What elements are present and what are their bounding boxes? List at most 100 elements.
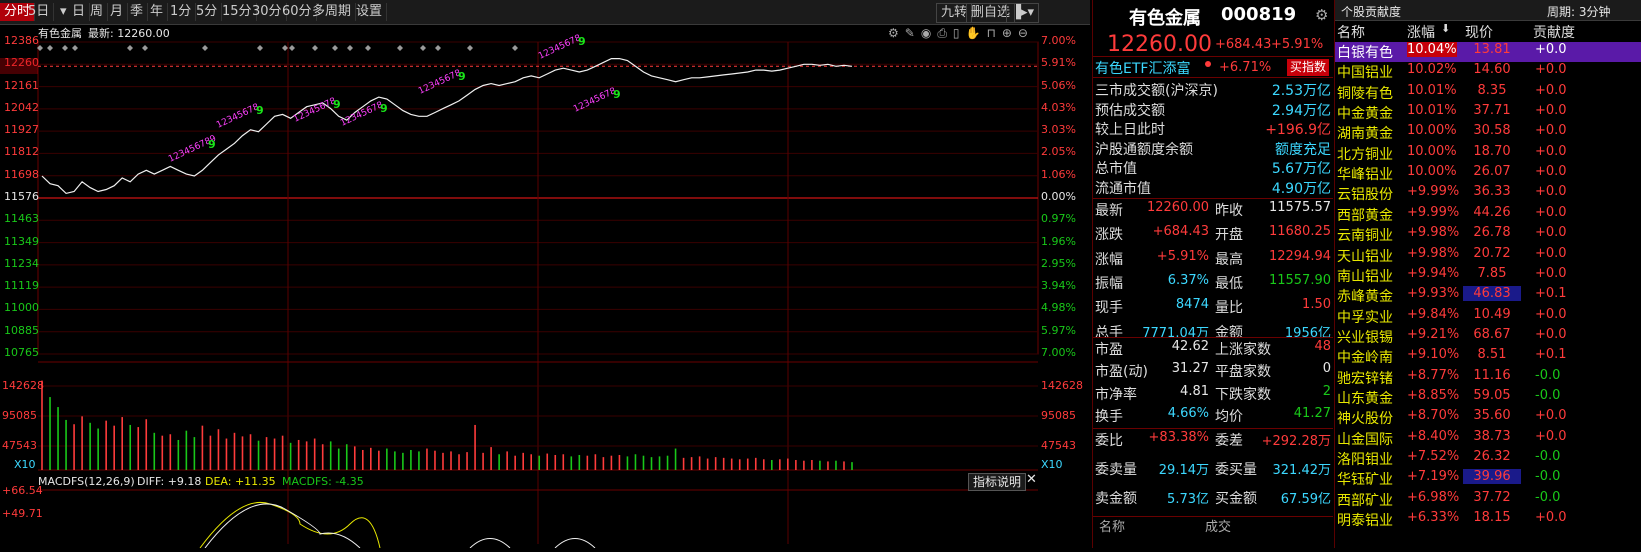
gear-icon[interactable]: ⚙ <box>1315 6 1328 24</box>
zoom-in-icon[interactable]: ⊕ <box>1002 26 1018 40</box>
sort-desc-icon[interactable]: ⬇ <box>1441 22 1450 35</box>
intraday-chart[interactable]: 123456789 9 12345678 9 12345678 9 12345678 9 123… <box>0 24 1090 549</box>
nine-turn-mark: 9 <box>380 102 388 115</box>
col-header[interactable]: 现价 <box>1465 22 1493 42</box>
stock-row[interactable]: 白银有色 10.04% 13.81 +0.0 <box>1335 42 1641 62</box>
stock-row[interactable]: 云南铜业 +9.98% 26.78 +0.0 <box>1335 225 1641 245</box>
market-stat-label: 预估成交额 <box>1095 102 1165 119</box>
market-stat-row: 三市成交额(沪深京) 2.53万亿 <box>1095 80 1333 100</box>
stock-row[interactable]: 中国铝业 10.02% 14.60 +0.0 <box>1335 62 1641 82</box>
stock-row[interactable]: 中金岭南 +9.10% 8.51 +0.1 <box>1335 347 1641 367</box>
stock-pct: +8.77% <box>1407 367 1460 383</box>
stock-name: 南山铝业 <box>1337 268 1393 285</box>
bottom-col-name: 名称 <box>1099 520 1126 535</box>
stock-name: 山东黄金 <box>1337 390 1393 407</box>
expand-icon[interactable]: ▐▸▾ <box>1006 3 1040 23</box>
stock-row[interactable]: 北方铜业 10.00% 18.70 +0.0 <box>1335 144 1641 164</box>
stock-row[interactable]: 兴业银锡 +9.21% 68.67 +0.0 <box>1335 327 1641 347</box>
stock-price: 39.96 <box>1463 469 1521 485</box>
chart-tools[interactable]: ⚙✎◉⎙▯✋⊓⊕⊖ <box>888 26 1034 41</box>
stock-row[interactable]: 中孚实业 +9.84% 10.49 +0.0 <box>1335 307 1641 327</box>
col-header[interactable]: 名称 <box>1337 22 1365 42</box>
hand-icon[interactable]: ✋ <box>966 26 987 40</box>
quote-value: 2 <box>1322 383 1331 399</box>
stock-price: 26.78 <box>1473 225 1511 241</box>
buy-index-button[interactable]: 买指数 <box>1287 59 1330 76</box>
market-stat-row: 较上日此时 +196.9亿 <box>1095 119 1333 139</box>
event-marker <box>347 45 353 51</box>
trash-icon[interactable]: ▯ <box>953 26 966 40</box>
contribution-col-header: 名称 涨幅 现价 贡献度 ⬇ <box>1335 22 1641 42</box>
stock-row[interactable]: 云铝股份 +9.99% 36.33 +0.0 <box>1335 184 1641 204</box>
stock-row[interactable]: 西部黄金 +9.99% 44.26 +0.0 <box>1335 205 1641 225</box>
pen-icon[interactable]: ✎ <box>905 26 921 40</box>
stat-unit: 万亿 <box>1303 102 1331 119</box>
close-macd-icon[interactable]: ✕ <box>1026 472 1037 487</box>
tab-5[interactable]: 季 <box>126 3 149 21</box>
stock-row[interactable]: 山东黄金 +8.85% 59.05 -0.0 <box>1335 388 1641 408</box>
stock-row[interactable]: 铜陵有色 10.01% 8.35 +0.0 <box>1335 83 1641 103</box>
quote-label: 最高 <box>1215 251 1243 268</box>
tab-1[interactable]: 5日 <box>24 3 55 21</box>
stock-price: 7.85 <box>1477 265 1507 281</box>
stock-row[interactable]: 明泰铝业 +6.33% 18.15 +0.0 <box>1335 510 1641 530</box>
event-marker <box>420 45 426 51</box>
chevron-down-icon[interactable]: ▾ <box>60 3 67 21</box>
stock-row[interactable]: 驰宏锌锗 +8.77% 11.16 -0.0 <box>1335 368 1641 388</box>
stock-row[interactable]: 洛阳钼业 +7.52% 26.32 -0.0 <box>1335 449 1641 469</box>
quote-value: 11575.57 <box>1268 200 1331 215</box>
stock-pct: +9.93% <box>1407 286 1460 302</box>
stock-row[interactable]: 华钰矿业 +7.19% 39.96 -0.0 <box>1335 469 1641 489</box>
stock-contribution: +0.0 <box>1535 62 1567 78</box>
tab-4[interactable]: 月 <box>106 3 129 21</box>
tab-6[interactable]: 年 <box>146 3 169 21</box>
stock-contribution: +0.0 <box>1535 42 1567 57</box>
stock-row[interactable]: 华峰铝业 10.00% 26.07 +0.0 <box>1335 164 1641 184</box>
stock-contribution: +0.1 <box>1535 286 1567 302</box>
period-select[interactable]: 周期: 3分钟 <box>1547 3 1611 20</box>
quote-value: 42.62 <box>1171 339 1209 354</box>
quote-value: 1.50 <box>1302 297 1331 313</box>
stock-row[interactable]: 中金黄金 10.01% 37.71 +0.0 <box>1335 103 1641 123</box>
volume-tick-right: 95085 <box>1041 409 1076 422</box>
market-stat-row: 总市值 5.67万亿 <box>1095 158 1333 178</box>
market-stat-label: 流通市值 <box>1095 180 1151 197</box>
lock-icon[interactable]: ⊓ <box>986 26 1001 40</box>
divider <box>1093 77 1333 78</box>
zoom-out-icon[interactable]: ⊖ <box>1018 26 1034 40</box>
nine-turn-seq: 12345678 <box>292 96 338 125</box>
stock-row[interactable]: 神火股份 +8.70% 35.60 +0.0 <box>1335 408 1641 428</box>
etf-dot <box>1205 61 1211 67</box>
stock-row[interactable]: 天山铝业 +9.98% 20.72 +0.0 <box>1335 246 1641 266</box>
stock-pct: +8.70% <box>1407 408 1460 424</box>
event-marker <box>142 45 148 51</box>
macd-title: MACDFS(12,26,9) <box>38 475 135 488</box>
tab-12[interactable]: 多周期 <box>308 3 357 21</box>
quote-row: 市净率 4.81 下跌家数 2 <box>1095 384 1333 404</box>
col-header[interactable]: 涨幅 <box>1407 22 1435 42</box>
quote-value: 29.14万 <box>1158 463 1209 478</box>
col-header[interactable]: 贡献度 <box>1533 22 1575 42</box>
settings-icon[interactable]: ⚙ <box>888 26 905 40</box>
stock-row[interactable]: 南山铝业 +9.94% 7.85 +0.0 <box>1335 266 1641 286</box>
etf-name-link[interactable]: 有色ETF汇添富 <box>1095 58 1190 78</box>
pct-tick: 2.05% <box>1041 145 1076 159</box>
stock-row[interactable]: 赤峰黄金 +9.93% 46.83 +0.1 <box>1335 286 1641 306</box>
tab-13[interactable]: 设置 <box>352 3 388 21</box>
stat-number: 4.90 <box>1271 180 1303 197</box>
tab-3[interactable]: 周 <box>86 3 109 21</box>
indicator-help-button[interactable]: 指标说明 <box>968 473 1027 491</box>
stock-row[interactable]: 湖南黄金 10.00% 30.58 +0.0 <box>1335 123 1641 143</box>
stock-name: 中金黄金 <box>1337 106 1393 123</box>
quote-label: 卖金额 <box>1095 491 1137 507</box>
pct-tick: 4.03% <box>1041 100 1076 114</box>
print-icon[interactable]: ⎙ <box>937 26 953 40</box>
stock-row[interactable]: 西部矿业 +6.98% 37.72 -0.0 <box>1335 490 1641 510</box>
pct-tick: 4.98% <box>1041 301 1076 315</box>
index-code: 000819 <box>1221 4 1297 25</box>
stock-row[interactable]: 山金国际 +8.40% 38.73 +0.0 <box>1335 429 1641 449</box>
stat-number: 2.94 <box>1271 102 1303 119</box>
quote-row: 涨幅 +5.91% 最高 12294.94 <box>1095 249 1333 269</box>
eye-icon[interactable]: ◉ <box>921 26 937 40</box>
market-stat-value: 2.53万亿 <box>1272 80 1331 100</box>
